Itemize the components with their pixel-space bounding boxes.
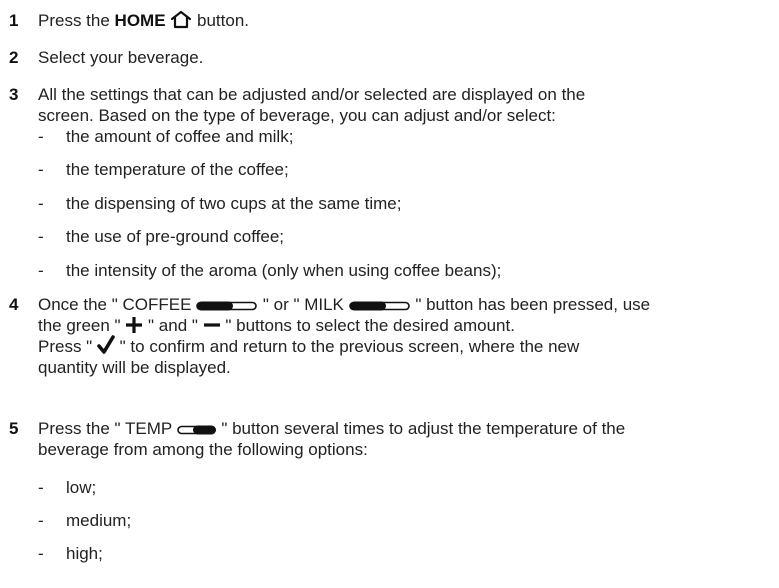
- step-text-part: " or " MILK: [258, 295, 349, 314]
- step-number: 1: [9, 11, 19, 30]
- list-item-text: high;: [66, 544, 103, 563]
- list-item-text: the amount of coffee and milk;: [66, 127, 294, 146]
- list-item-text: the intensity of the aroma (only when us…: [66, 261, 502, 280]
- step-text-part: Press the: [38, 11, 115, 30]
- bullet-dash: -: [38, 160, 44, 179]
- bullet-dash: -: [38, 261, 44, 280]
- step-text-line: Press " " to confirm and return to the p…: [38, 335, 775, 357]
- bullet-dash: -: [38, 127, 44, 146]
- home-label: HOME: [114, 11, 166, 30]
- list-item-text: low;: [66, 478, 97, 497]
- step-text-part: " buttons to select the desired amount.: [220, 316, 515, 335]
- bullet-dash: -: [38, 511, 44, 530]
- slider-outline-icon: [176, 425, 216, 435]
- step-text-line: All the settings that can be adjusted an…: [38, 85, 586, 104]
- list-item-text: medium;: [66, 511, 132, 530]
- bullet-dash: -: [38, 478, 44, 497]
- bullet-dash: -: [38, 227, 44, 246]
- step-text-part: " and ": [143, 316, 203, 335]
- step-text-line: beverage from among the following option…: [38, 440, 368, 459]
- step-text-part: " to confirm and return to the previous …: [114, 337, 580, 356]
- step-number: 4: [9, 295, 19, 314]
- list-item-text: the dispensing of two cups at the same t…: [66, 194, 402, 213]
- step-text-part: Once the " COFFEE: [38, 295, 197, 314]
- step-text-line: the green " " and " " buttons to select …: [38, 315, 775, 336]
- step-text-part: button.: [192, 11, 249, 30]
- slider-filled-icon: [196, 301, 257, 311]
- slider-filled-icon: [348, 301, 410, 311]
- home-icon: [171, 10, 192, 28]
- step-text-part: the green ": [38, 316, 126, 335]
- step-text-part: " button several times to adjust the tem…: [216, 419, 626, 438]
- step-number: 3: [9, 85, 19, 104]
- list-item-text: the temperature of the coffee;: [66, 160, 289, 179]
- step-text-part: " button has been pressed, use: [410, 295, 651, 314]
- step-text-line: Press the " TEMP " button several times …: [38, 418, 775, 439]
- step-text: Press the HOME button.: [38, 10, 775, 31]
- plus-icon: [126, 317, 143, 334]
- step-text-part: Press the " TEMP: [38, 419, 177, 438]
- step-text: Select your beverage.: [38, 48, 204, 67]
- step-number: 5: [9, 419, 19, 438]
- step-text-part: Press ": [38, 337, 97, 356]
- bullet-dash: -: [38, 194, 44, 213]
- list-item-text: the use of pre-ground coffee;: [66, 227, 285, 246]
- step-text-line: screen. Based on the type of beverage, y…: [38, 106, 556, 125]
- check-icon: [97, 335, 115, 354]
- step-number: 2: [9, 48, 19, 67]
- bullet-dash: -: [38, 544, 44, 563]
- minus-icon: [203, 323, 220, 327]
- step-text-line: quantity will be displayed.: [38, 358, 231, 377]
- step-text-line: Once the " COFFEE " or " MILK " button h…: [38, 294, 775, 315]
